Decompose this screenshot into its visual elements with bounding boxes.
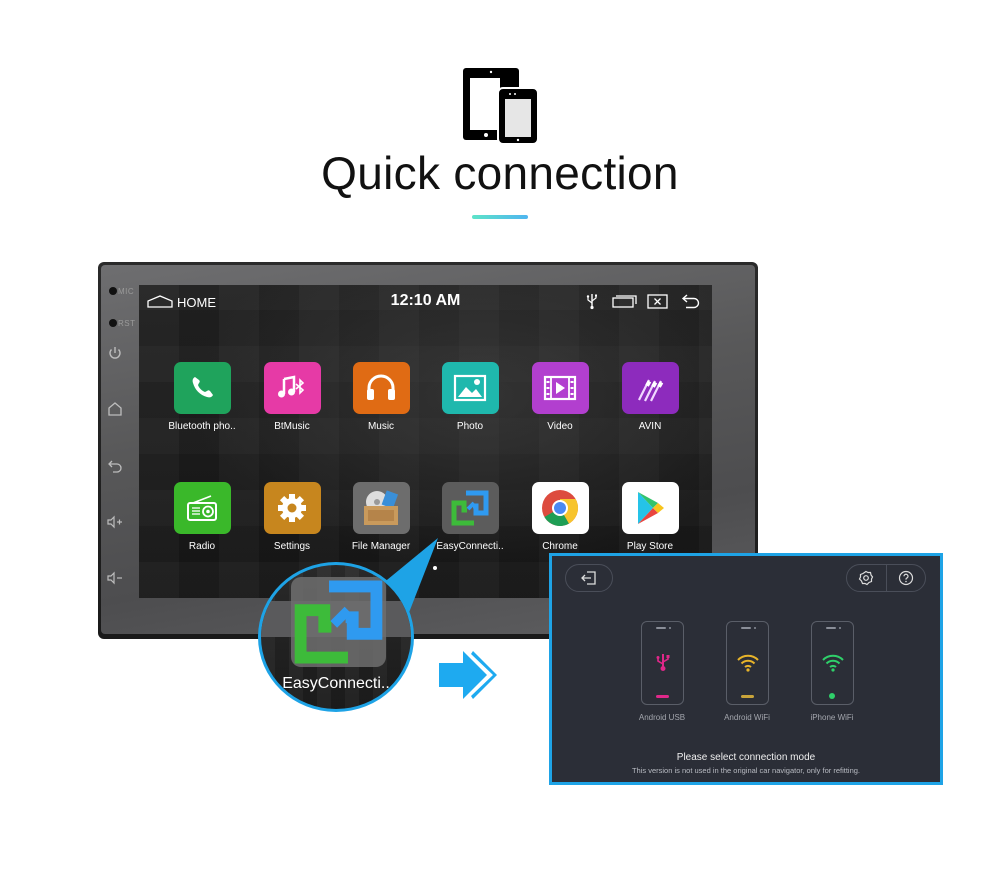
bubble-label: EasyConnecti.. [282,675,390,692]
mode-android-usb[interactable]: Android USB [627,621,697,722]
exit-button[interactable] [565,564,613,592]
home-outline-icon [147,295,173,308]
easyconnection-zoom-bubble: EasyConnecti.. [258,562,414,712]
headphones-icon [352,362,410,414]
phone-outline [810,621,854,705]
bt-music-icon [263,362,321,414]
page-indicator-dot[interactable] [433,566,437,570]
gear-icon [859,570,874,586]
power-icon[interactable] [106,344,124,362]
back-icon[interactable] [106,456,124,474]
page-title: Quick connection [321,147,679,199]
app-settings[interactable]: Settings [247,482,337,552]
android-home-screen: HOME 12:10 AM Bluetooth pho.. BtMusic Mu… [139,285,712,598]
easyconnection-icon [441,482,499,534]
photo-icon [441,362,499,414]
app-btmusic[interactable]: BtMusic [247,362,337,432]
easyconnection-icon [291,577,386,667]
app-play-store[interactable]: Play Store [605,482,695,552]
app-music[interactable]: Music [336,362,426,432]
connection-prompt: Please select connection mode [676,752,816,763]
av-cables-icon [621,362,679,414]
app-file-manager[interactable]: File Manager [336,482,426,552]
volume-down-icon[interactable] [106,569,124,587]
app-label: AVIN [638,421,662,432]
mic-label: MIC [118,287,135,296]
app-label: Play Store [626,541,674,552]
chrome-icon [531,482,589,534]
status-bar: HOME 12:10 AM [139,285,712,317]
home-button[interactable]: HOME [147,293,216,311]
app-bluetooth-phone[interactable]: Bluetooth pho.. [157,362,247,432]
usb-icon [586,294,597,310]
mode-android-wifi[interactable]: Android WiFi [712,621,782,722]
app-chrome[interactable]: Chrome [515,482,605,552]
app-label: EasyConnecti.. [436,541,504,552]
mode-label: Android WiFi [724,713,770,722]
home-label: HOME [177,294,216,310]
mode-label: iPhone WiFi [810,713,854,722]
help-icon [898,570,913,586]
help-button[interactable] [885,565,926,591]
app-easyconnection[interactable]: EasyConnecti.. [425,482,515,552]
app-label: File Manager [351,541,411,552]
app-label: Music [367,421,395,432]
usb-icon [656,654,669,671]
video-icon [531,362,589,414]
recent-apps-icon[interactable] [612,292,638,310]
phone-icon [173,362,231,414]
app-photo[interactable]: Photo [425,362,515,432]
app-label: Settings [273,541,311,552]
file-manager-icon [352,482,410,534]
app-radio[interactable]: Radio [157,482,247,552]
exit-icon [581,571,596,585]
app-label: Bluetooth pho.. [168,421,236,432]
mic-hole [109,287,117,295]
app-label: Video [547,421,573,432]
app-video[interactable]: Video [515,362,605,432]
settings-button[interactable] [847,565,886,591]
wifi-icon [821,654,844,672]
phone-outline [640,621,684,705]
reset-button[interactable] [109,319,117,327]
back-arrow-icon[interactable] [681,292,701,310]
easyconnection-panel: Android USB Android WiFi iPhone WiFi Ple… [549,553,943,785]
app-label: Radio [188,541,216,552]
disclaimer-text: This version is not used in the original… [631,766,861,775]
gear-icon [263,482,321,534]
tablet-phone-icon [463,68,539,145]
close-window-icon[interactable] [647,292,669,310]
panel-toolbar [846,564,926,592]
mode-iphone-wifi[interactable]: iPhone WiFi [797,621,867,722]
home-icon[interactable] [106,400,124,418]
mode-label: Android USB [638,713,686,722]
wifi-icon [736,654,759,672]
app-label: Photo [456,421,484,432]
rst-label: RST [118,319,136,328]
title-underline [472,215,528,219]
app-avin[interactable]: AVIN [605,362,695,432]
phone-outline [725,621,769,705]
next-arrow-icon [439,651,497,699]
volume-up-icon[interactable] [106,513,124,531]
app-label: Chrome [542,541,578,552]
app-label: BtMusic [274,421,310,432]
radio-icon [173,482,231,534]
play-store-icon [621,482,679,534]
